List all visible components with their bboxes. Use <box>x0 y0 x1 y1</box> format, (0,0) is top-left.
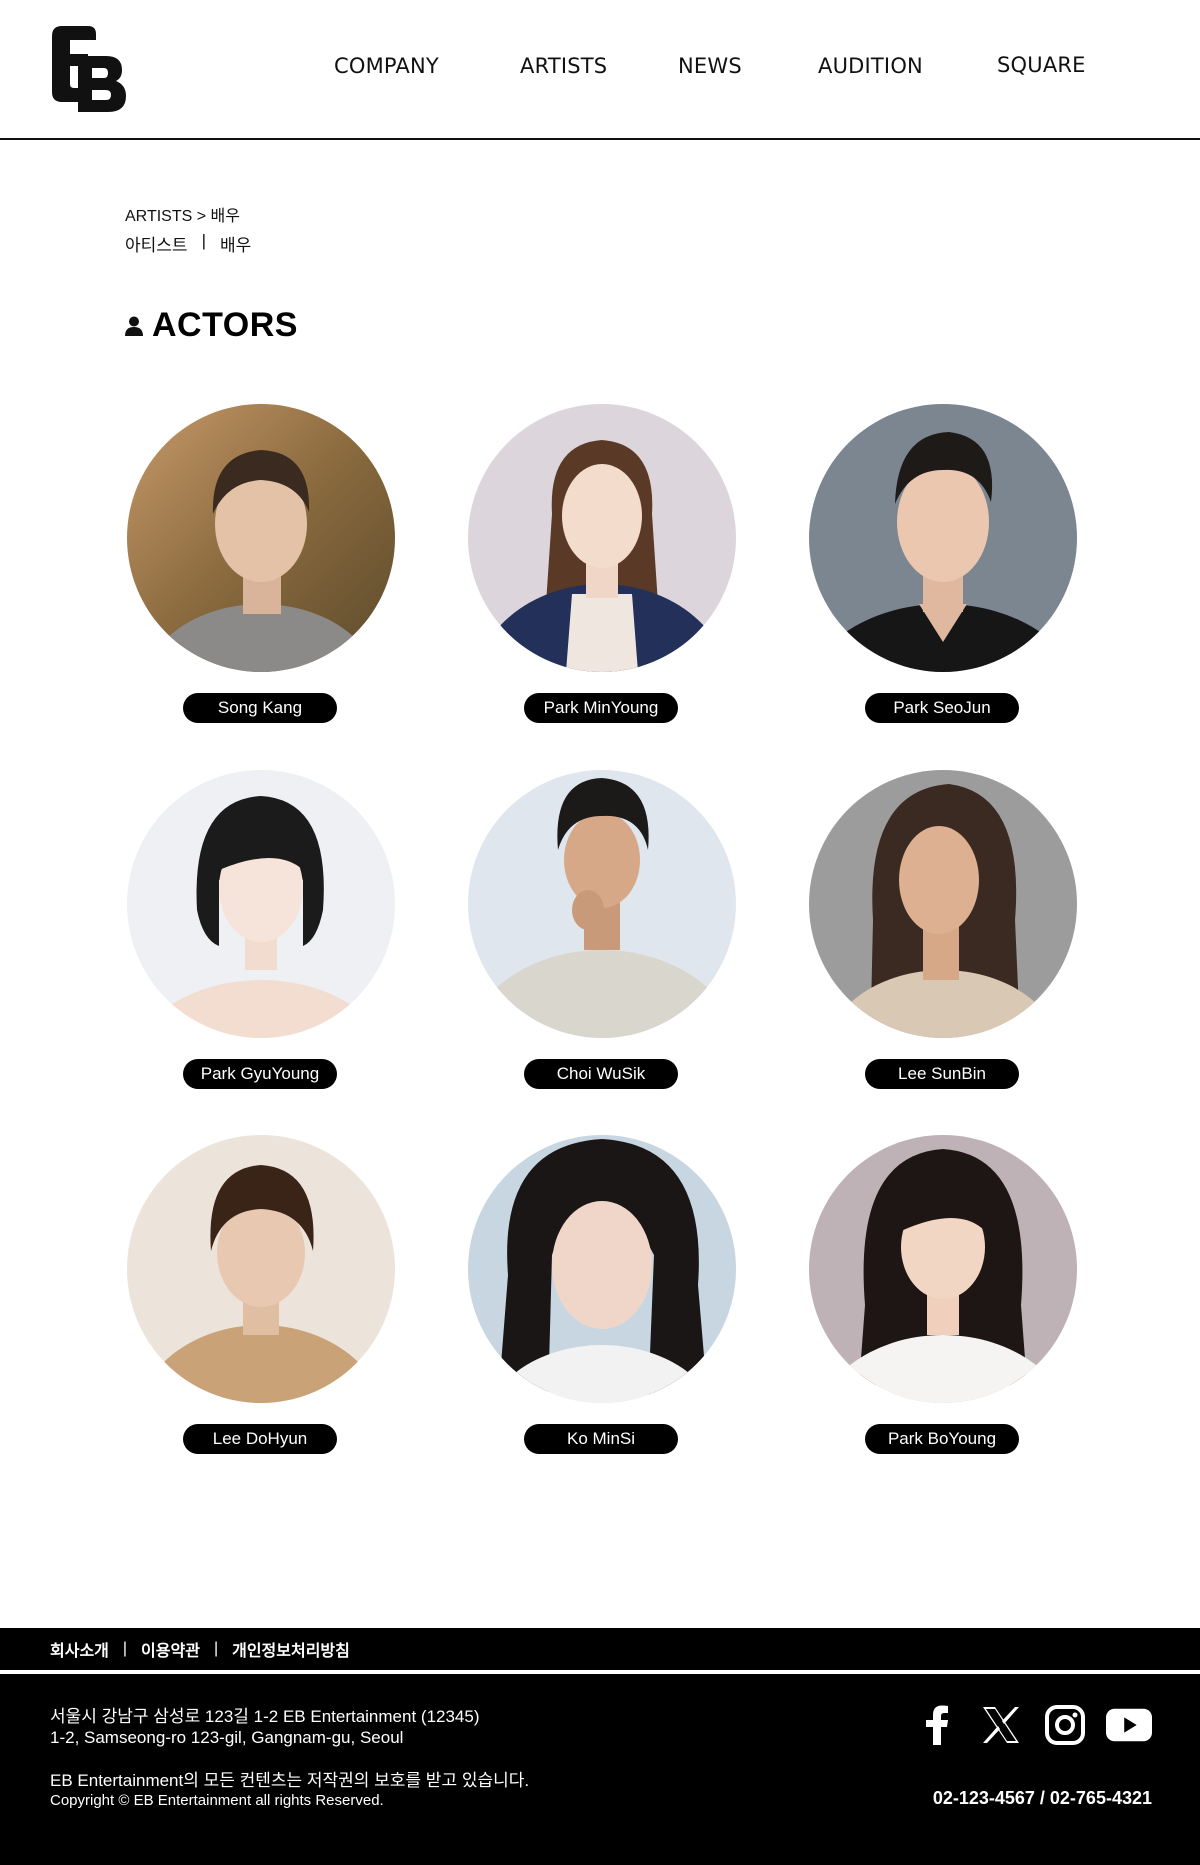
actor-card[interactable]: Song Kang <box>127 404 395 724</box>
footer-separator: | <box>213 1640 219 1657</box>
actor-name: Lee DoHyun <box>183 1424 337 1454</box>
x-icon[interactable] <box>978 1702 1024 1748</box>
actor-photo <box>809 404 1077 672</box>
actor-card[interactable]: Choi WuSik <box>468 770 736 1090</box>
section-heading: ACTORS <box>125 306 298 345</box>
footer-links: 회사소개 | 이용약관 | 개인정보처리방침 <box>0 1628 1200 1672</box>
actor-name: Park GyuYoung <box>183 1059 337 1089</box>
actor-card[interactable]: Park MinYoung <box>468 404 736 724</box>
actor-photo <box>127 404 395 672</box>
footer-link-privacy[interactable]: 개인정보처리방침 <box>232 1637 350 1661</box>
actor-photo <box>127 770 395 1038</box>
actor-card[interactable]: Park BoYoung <box>809 1135 1077 1455</box>
actor-photo <box>809 770 1077 1038</box>
actor-card[interactable]: Ko MinSi <box>468 1135 736 1455</box>
rights-notice: EB Entertainment의 모든 컨텐츠는 저작권의 보호를 받고 있습… <box>50 1771 530 1790</box>
subnav-actors-link[interactable]: 배우 <box>220 231 251 256</box>
address-english: 1-2, Samseong-ro 123-gil, Gangnam-gu, Se… <box>50 1728 404 1747</box>
subnav-artists-link[interactable]: 아티스트 <box>125 231 188 256</box>
facebook-icon[interactable] <box>914 1702 960 1748</box>
actor-name: Choi WuSik <box>524 1059 678 1089</box>
actor-photo <box>468 770 736 1038</box>
sub-nav: 아티스트 | 배우 <box>125 231 251 256</box>
actor-name: Ko MinSi <box>524 1424 678 1454</box>
social-links <box>914 1702 1152 1748</box>
actor-name: Lee SunBin <box>865 1059 1019 1089</box>
actor-photo <box>468 1135 736 1403</box>
actor-card[interactable]: Lee SunBin <box>809 770 1077 1090</box>
site-footer: 서울시 강남구 삼성로 123길 1-2 EB Entertainment (1… <box>0 1674 1200 1865</box>
page-title: ACTORS <box>152 306 298 344</box>
address-korean: 서울시 강남구 삼성로 123길 1-2 EB Entertainment (1… <box>50 1707 480 1726</box>
person-icon <box>125 316 143 336</box>
breadcrumb: ARTISTS > 배우 <box>125 208 240 225</box>
instagram-icon[interactable] <box>1042 1702 1088 1748</box>
nav-company[interactable]: COMPANY <box>334 54 439 78</box>
actor-card[interactable]: Park SeoJun <box>809 404 1077 724</box>
nav-square[interactable]: SQUARE <box>997 53 1086 77</box>
footer-link-terms[interactable]: 이용약관 <box>141 1637 200 1661</box>
actor-photo <box>127 1135 395 1403</box>
actor-name: Park BoYoung <box>865 1424 1019 1454</box>
phone-numbers: 02-123-4567 / 02-765-4321 <box>932 1788 1152 1808</box>
nav-audition[interactable]: AUDITION <box>818 54 923 78</box>
copyright: Copyright © EB Entertainment all rights … <box>50 1792 384 1809</box>
site-header: COMPANY ARTISTS NEWS AUDITION SQUARE <box>0 0 1200 140</box>
actor-photo <box>809 1135 1077 1403</box>
actor-name: Song Kang <box>183 693 337 723</box>
actor-name: Park SeoJun <box>865 693 1019 723</box>
subnav-separator: | <box>201 231 206 250</box>
nav-artists[interactable]: ARTISTS <box>520 54 607 78</box>
youtube-icon[interactable] <box>1106 1702 1152 1748</box>
main-nav: COMPANY ARTISTS NEWS AUDITION SQUARE <box>0 53 1200 84</box>
actor-card[interactable]: Park GyuYoung <box>127 770 395 1090</box>
actor-name: Park MinYoung <box>524 693 678 723</box>
actor-photo <box>468 404 736 672</box>
nav-news[interactable]: NEWS <box>678 54 742 78</box>
actor-card[interactable]: Lee DoHyun <box>127 1135 395 1455</box>
footer-link-company[interactable]: 회사소개 <box>50 1637 109 1661</box>
footer-separator: | <box>122 1640 128 1657</box>
